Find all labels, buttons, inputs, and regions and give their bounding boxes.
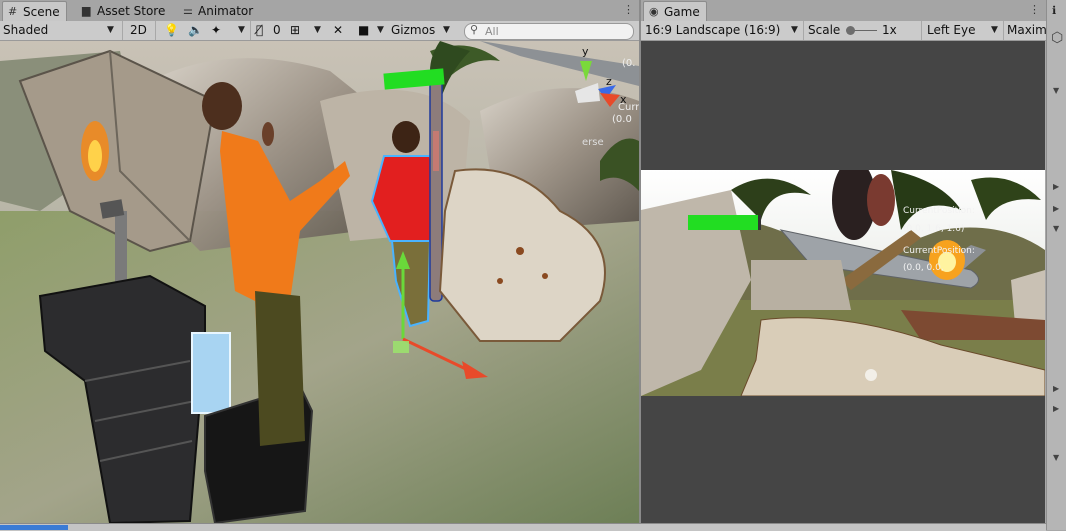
tab-scene-label: Scene bbox=[23, 5, 60, 19]
expand-arrow-4-icon[interactable]: ▶ bbox=[1053, 404, 1059, 413]
scene-label-3: (0.0 bbox=[612, 114, 632, 125]
gizmos-dropdown[interactable]: Gizmos bbox=[391, 21, 435, 40]
tab-asset-store[interactable]: ▆ Asset Store bbox=[77, 1, 171, 21]
chevron-down-icon: ▼ bbox=[107, 25, 114, 35]
eye-dropdown[interactable]: Left Eye ▼ bbox=[927, 21, 1002, 40]
search-field[interactable]: ⚲ All bbox=[464, 23, 634, 40]
position-text-1: CurrentPosition: bbox=[903, 206, 975, 216]
grid-dropdown-icon[interactable]: ▼ bbox=[314, 21, 321, 40]
search-placeholder: All bbox=[485, 25, 499, 38]
audio-icon[interactable]: 🔈 bbox=[188, 21, 203, 40]
effects-icon[interactable]: ✦ bbox=[211, 21, 221, 40]
game-toolbar: 16:9 Landscape (16:9) ▼ Scale 1x Left Ey… bbox=[641, 21, 1046, 41]
store-icon: ▆ bbox=[82, 4, 91, 17]
tab-game[interactable]: ◉ Game bbox=[643, 1, 707, 22]
scene-label-1: (0. bbox=[622, 58, 636, 69]
game-tab-bar: ◉ Game ⋮ bbox=[641, 0, 1046, 22]
scene-render bbox=[0, 41, 639, 523]
cube-icon: ⬡ bbox=[1051, 30, 1064, 46]
lighting-icon[interactable]: 💡 bbox=[164, 21, 179, 40]
gizmos-label: Gizmos bbox=[391, 23, 436, 37]
more-options-icon[interactable]: ⋮ bbox=[623, 3, 634, 16]
search-icon: ⚲ bbox=[470, 23, 479, 36]
game-render bbox=[641, 170, 1045, 396]
aspect-label: 16:9 Landscape (16:9) bbox=[645, 23, 781, 37]
draw-mode-dropdown[interactable]: Shaded ▼ bbox=[3, 21, 117, 40]
chevron-down-icon: ▼ bbox=[991, 25, 998, 35]
position-text-4: (0.0, 0.0, bbox=[903, 263, 944, 273]
camera-dropdown-icon[interactable]: ▼ bbox=[377, 21, 384, 40]
scene-label-4: erse bbox=[582, 137, 604, 148]
game-more-options-icon[interactable]: ⋮ bbox=[1029, 3, 1040, 16]
draw-mode-label: Shaded bbox=[3, 23, 49, 37]
eye-label: Left Eye bbox=[927, 23, 976, 37]
tab-game-label: Game bbox=[664, 5, 700, 19]
collapse-arrow-2-icon[interactable]: ▼ bbox=[1053, 224, 1059, 233]
grid-icon: # bbox=[8, 5, 18, 18]
position-text-2: (0.0, 1.6, 1.6) bbox=[903, 224, 965, 234]
game-view[interactable]: CurrentPosition: (0.0, 1.6, 1.6) Current… bbox=[641, 170, 1045, 396]
effects-dropdown-icon[interactable]: ▼ bbox=[238, 21, 245, 40]
animator-icon: ⚌ bbox=[183, 4, 193, 17]
expand-arrow-1-icon[interactable]: ▶ bbox=[1053, 182, 1059, 191]
expand-arrow-3-icon[interactable]: ▶ bbox=[1053, 384, 1059, 393]
tools-icon[interactable]: ✕ bbox=[333, 21, 343, 40]
info-icon[interactable]: ℹ bbox=[1052, 4, 1056, 17]
scale-slider[interactable] bbox=[846, 26, 877, 35]
position-text-3: CurrentPosition: bbox=[903, 246, 975, 256]
tab-animator-label: Animator bbox=[198, 4, 254, 18]
camera-icon[interactable]: ■ bbox=[358, 21, 369, 40]
scene-label-2: Curr bbox=[618, 102, 639, 113]
hidden-objects-icon[interactable]: 👁̸ bbox=[256, 21, 263, 40]
maximize-toggle[interactable]: Maxim bbox=[1007, 21, 1046, 40]
expand-arrow-2-icon[interactable]: ▶ bbox=[1053, 204, 1059, 213]
scene-viewport[interactable]: y z x (0. Curr (0.0 erse bbox=[0, 41, 639, 523]
gizmo-z-label: z bbox=[606, 75, 612, 88]
gamepad-icon: ◉ bbox=[649, 5, 659, 18]
scale-slider-thumb[interactable] bbox=[846, 26, 855, 35]
tab-animator[interactable]: ⚌ Animator bbox=[178, 1, 259, 21]
hidden-count: 0 bbox=[273, 23, 281, 37]
scene-tab-bar: # Scene ▆ Asset Store ⚌ Animator ⋮ bbox=[0, 0, 639, 22]
mode-2d-toggle[interactable]: 2D bbox=[130, 21, 147, 40]
collapse-arrow-3-icon[interactable]: ▼ bbox=[1053, 453, 1059, 462]
inspector-collapsed-strip: ℹ ⬡ ▼ ▶ ▶ ▼ ▶ ▶ ▼ bbox=[1046, 0, 1066, 530]
collapse-arrow-1-icon[interactable]: ▼ bbox=[1053, 86, 1059, 95]
tab-scene[interactable]: # Scene bbox=[2, 1, 67, 22]
aspect-dropdown[interactable]: 16:9 Landscape (16:9) ▼ bbox=[645, 21, 799, 40]
scene-toolbar: Shaded ▼ 2D 💡 🔈 ✦ ▼ 👁̸ 0 ⊞ ▼ ✕ ■ ▼ Gizmo… bbox=[0, 21, 639, 41]
grid-snap-icon[interactable]: ⊞ bbox=[290, 21, 300, 40]
tab-asset-store-label: Asset Store bbox=[97, 4, 166, 18]
gizmos-chevron-icon[interactable]: ▼ bbox=[443, 21, 450, 40]
chevron-down-icon: ▼ bbox=[791, 25, 798, 35]
scale-value: 1x bbox=[882, 23, 897, 37]
progress-indicator bbox=[0, 525, 68, 530]
gizmo-y-label: y bbox=[582, 45, 589, 58]
scale-label: Scale bbox=[808, 23, 841, 37]
